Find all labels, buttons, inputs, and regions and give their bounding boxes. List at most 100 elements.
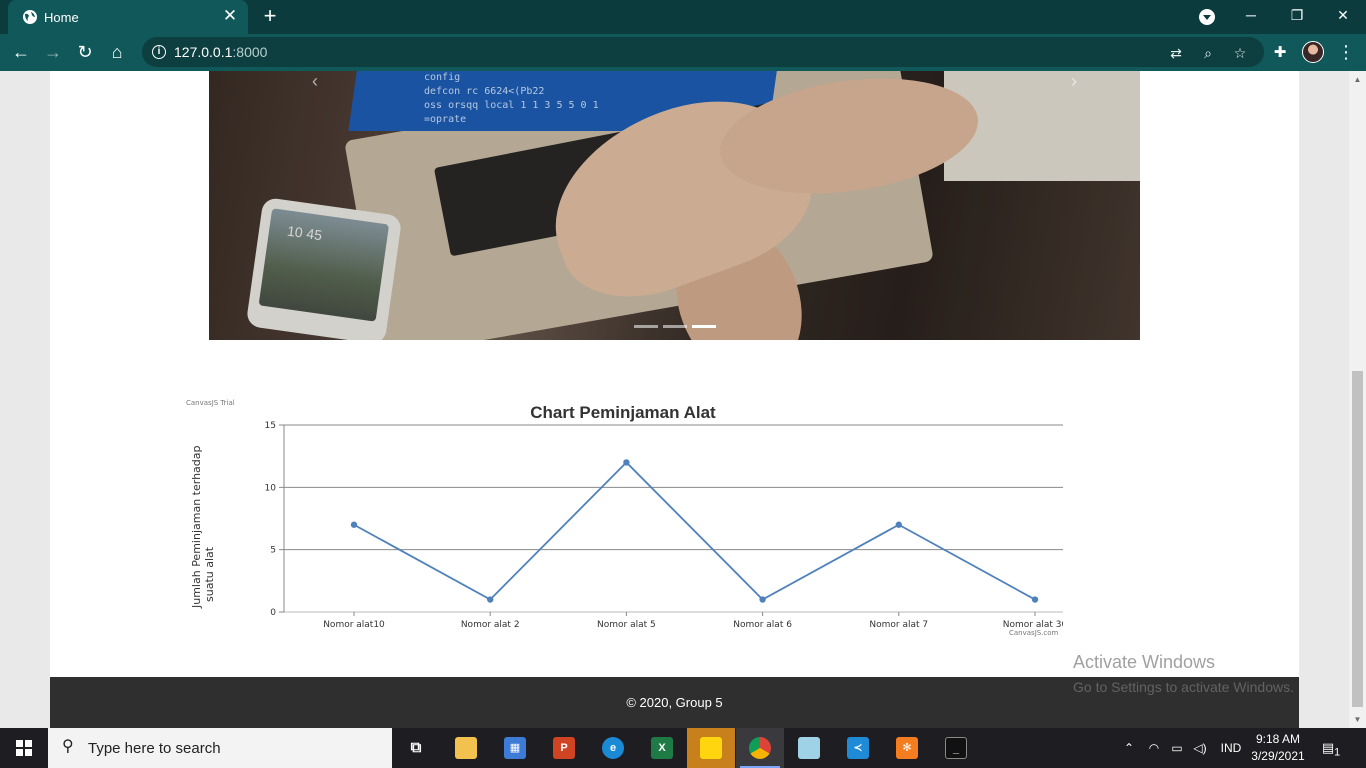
carousel-prev-icon[interactable]: ‹ (305, 71, 325, 91)
browser-toolbar: ← → ↻ ⌂ i 127.0.0.1:8000 ⇄ ⌕ ☆ ✚ ⋮ (0, 34, 1366, 71)
edge-icon: e (602, 737, 624, 759)
data-point (895, 521, 902, 528)
extensions-icon[interactable]: ✚ (1270, 43, 1290, 63)
close-window-button[interactable]: ✕ (1320, 0, 1366, 34)
data-point (1031, 596, 1039, 603)
reload-icon[interactable]: ↻ (72, 39, 98, 65)
notification-count: 1 (1334, 746, 1341, 759)
chart-credit-link[interactable]: CanvasJS.com (1009, 629, 1059, 637)
vscode-icon: ≺ (847, 737, 869, 759)
translate-icon[interactable]: ⇄ (1166, 43, 1186, 63)
line-chart: CanvasJS Trial Chart Peminjaman Alat 0 5 1… (186, 399, 1063, 637)
task-view-button[interactable]: ⧉ (392, 728, 440, 768)
carousel-indicator-2[interactable] (663, 325, 687, 328)
folder-icon (455, 737, 477, 759)
hero-carousel[interactable]: config defcon rc 6624<(Pb22 oss orsqq lo… (209, 71, 1140, 340)
notepad-icon (798, 737, 820, 759)
page-viewport: config defcon rc 6624<(Pb22 oss orsqq lo… (0, 71, 1349, 728)
task-view-icon: ⧉ (410, 739, 422, 756)
carousel-indicator-3[interactable] (692, 325, 716, 328)
powerpoint-button[interactable]: P (540, 728, 588, 768)
microsoft-store-button[interactable]: ▦ (491, 728, 539, 768)
address-bar[interactable]: i 127.0.0.1:8000 ⇄ ⌕ ☆ (142, 37, 1264, 67)
command-prompt-button[interactable]: _ (932, 728, 980, 768)
watermark-subtitle: Go to Settings to activate Windows. (1073, 679, 1294, 695)
data-point (623, 459, 630, 466)
y-axis-title-line-2: suatu alat (203, 546, 216, 602)
start-button[interactable] (0, 728, 48, 768)
volume-icon[interactable]: ◁) (1190, 728, 1210, 768)
profile-avatar[interactable] (1302, 41, 1324, 63)
search-icon: ⚲ (62, 738, 74, 755)
carousel-next-icon[interactable]: › (1064, 71, 1084, 91)
action-center-icon[interactable]: ▤1 (1318, 737, 1344, 759)
carousel-overlay (209, 71, 1140, 340)
powerpoint-icon: P (553, 737, 575, 759)
back-icon[interactable]: ← (8, 39, 34, 65)
sticky-note-icon (700, 737, 722, 759)
show-hidden-icons-icon[interactable]: ⌃ (1120, 728, 1138, 768)
scroll-down-arrow-icon[interactable]: ▼ (1353, 715, 1362, 724)
windows-logo-icon (16, 740, 32, 756)
tab-title: Home (44, 10, 79, 25)
url-port: :8000 (232, 44, 268, 60)
menu-icon[interactable]: ⋮ (1336, 42, 1356, 62)
watermark-title: Activate Windows (1073, 652, 1216, 672)
vscode-button[interactable]: ≺ (834, 728, 882, 768)
x-tick-label: Nomor alat 2 (461, 620, 520, 630)
windows-taskbar: ⚲ Type here to search ⧉ ▦ P e X ≺ ✻ _ ⌃ … (0, 728, 1366, 768)
excel-button[interactable]: X (638, 728, 686, 768)
data-point (759, 596, 766, 603)
chart-trial-label: CanvasJS Trial (186, 399, 235, 407)
chrome-button[interactable] (736, 728, 784, 768)
y-axis-title-line-1: Jumlah Peminjaman terhadap (190, 445, 203, 609)
page-container: config defcon rc 6624<(Pb22 oss orsqq lo… (50, 71, 1299, 728)
chrome-icon (749, 737, 771, 759)
search-placeholder: Type here to search (88, 740, 221, 757)
site-info-icon[interactable]: i (152, 45, 166, 59)
forward-icon[interactable]: → (40, 39, 66, 65)
edge-button[interactable]: e (589, 728, 637, 768)
restore-button[interactable]: ❐ (1274, 0, 1320, 34)
x-tick-label: Nomor alat10 (323, 620, 385, 630)
data-point (487, 596, 494, 603)
bookmark-star-icon[interactable]: ☆ (1230, 43, 1250, 63)
data-point (350, 521, 358, 528)
home-icon[interactable]: ⌂ (104, 39, 130, 65)
minimize-button[interactable]: ─ (1228, 0, 1274, 34)
tab-search-dropdown-icon[interactable] (1199, 9, 1215, 25)
chart-axes: 0 5 10 15 Nomor alat10 Nomor alat 2 Nomor alat… (265, 421, 1063, 630)
terminal-icon: _ (945, 737, 967, 759)
carousel-indicator-1[interactable] (634, 325, 658, 328)
tab-close-icon[interactable]: ✕ (220, 6, 240, 26)
battery-icon[interactable]: ▭ (1167, 728, 1187, 768)
chart-gridlines (284, 424, 1063, 613)
zoom-icon[interactable]: ⌕ (1198, 43, 1218, 63)
browser-tab-home[interactable]: Home ✕ (8, 0, 248, 34)
x-tick-label: Nomor alat 7 (869, 620, 928, 630)
url-text[interactable]: 127.0.0.1:8000 (174, 44, 267, 60)
xampp-button[interactable]: ✻ (883, 728, 931, 768)
chart-y-axis-title: Jumlah Peminjaman terhadap suatu alat (190, 445, 216, 609)
y-tick-label-0: 0 (270, 608, 276, 618)
chart-container: CanvasJS Trial Chart Peminjaman Alat 0 5 1… (183, 396, 1063, 646)
notepad-button[interactable] (785, 728, 833, 768)
excel-icon: X (651, 737, 673, 759)
new-tab-button[interactable]: + (258, 5, 282, 29)
page-scrollbar[interactable]: ▲ ▼ (1349, 71, 1366, 728)
wifi-icon[interactable]: ◠ (1144, 728, 1164, 768)
activate-windows-watermark: Activate Windows Go to Settings to activ… (1073, 652, 1294, 695)
scrollbar-thumb[interactable] (1352, 371, 1363, 707)
carousel-indicators (634, 315, 721, 328)
y-tick-label-10: 10 (265, 483, 277, 493)
file-explorer-button[interactable] (442, 728, 490, 768)
globe-icon (23, 10, 37, 24)
clock-time: 9:18 AM (1255, 732, 1301, 746)
store-icon: ▦ (504, 737, 526, 759)
xampp-icon: ✻ (896, 737, 918, 759)
sticky-notes-button[interactable] (687, 728, 735, 768)
scroll-up-arrow-icon[interactable]: ▲ (1353, 75, 1362, 84)
input-language-indicator[interactable]: IND (1215, 728, 1247, 768)
taskbar-search-box[interactable]: ⚲ Type here to search (48, 728, 392, 768)
taskbar-clock[interactable]: 9:18 AM 3/29/2021 (1245, 731, 1311, 765)
